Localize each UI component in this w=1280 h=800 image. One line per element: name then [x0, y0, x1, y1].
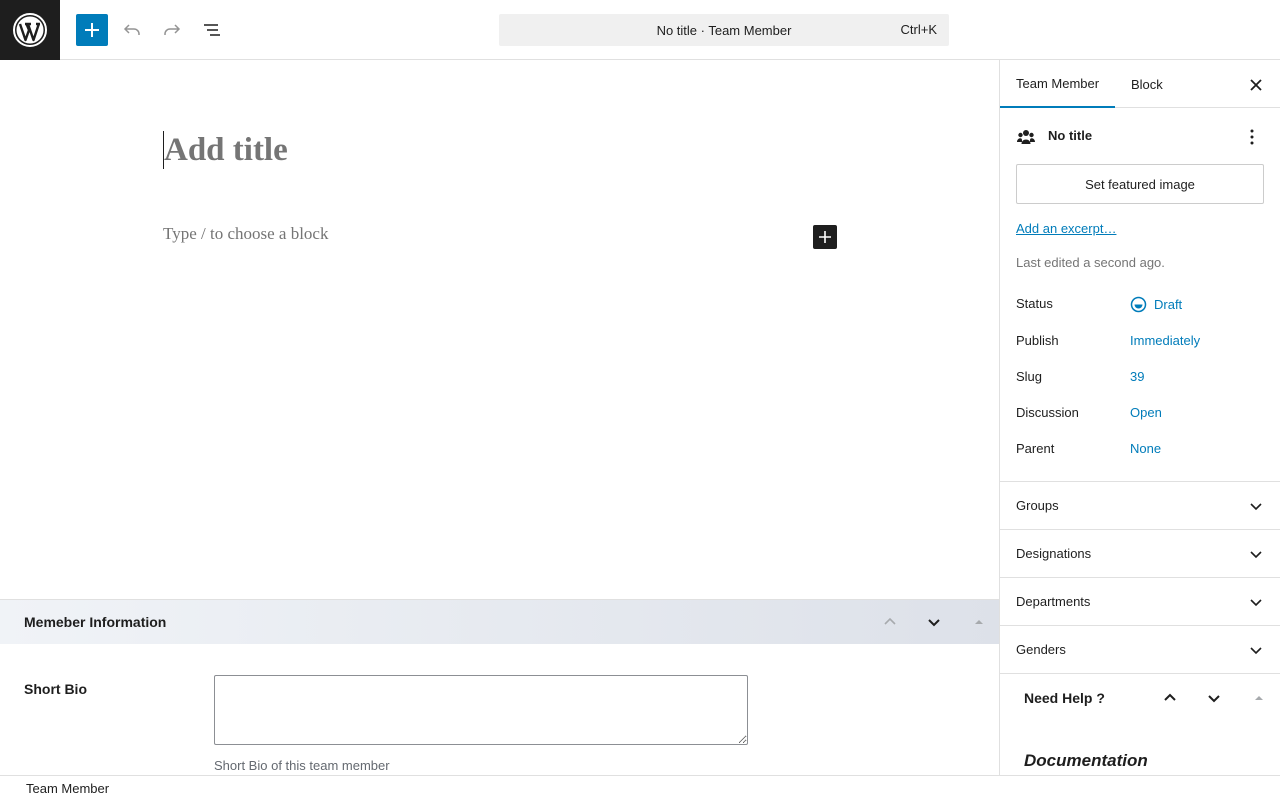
chevron-down-icon	[1208, 695, 1220, 703]
default-block-appender[interactable]: Type / to choose a block	[163, 224, 328, 244]
slug-label: Slug	[1016, 369, 1043, 384]
panel-departments[interactable]: Departments	[1000, 577, 1280, 625]
chevron-down-icon	[1250, 599, 1262, 607]
help-move-up-button[interactable]	[1158, 686, 1182, 710]
tab-team-member[interactable]: Team Member	[1000, 61, 1116, 108]
triangle-up-icon	[975, 620, 983, 624]
editor-footer-breadcrumb: Team Member	[0, 775, 1280, 800]
short-bio-label: Short Bio	[24, 681, 87, 697]
document-title: No title · Team Member	[656, 22, 792, 38]
post-title-summary: No title	[1048, 128, 1093, 143]
discussion-label: Discussion	[1016, 405, 1079, 420]
need-help-metabox: Need Help ? Documentation	[1000, 673, 1280, 775]
document-overview-icon	[204, 24, 220, 36]
wordpress-logo-icon[interactable]	[0, 0, 60, 60]
post-actions-button[interactable]	[1240, 125, 1264, 149]
discussion-row: Discussion Open	[1016, 405, 1264, 425]
status-value-text: Draft	[1154, 297, 1183, 312]
metabox-toggle-button[interactable]	[967, 610, 991, 634]
panel-title: Departments	[1016, 594, 1091, 609]
chevron-down-icon	[1250, 551, 1262, 559]
close-icon	[1250, 79, 1262, 91]
metabox-move-up-button[interactable]	[878, 610, 902, 634]
slug-value[interactable]: 39	[1130, 369, 1144, 384]
metabox-header[interactable]: Memeber Information	[0, 599, 999, 644]
plus-icon	[819, 231, 831, 243]
parent-label: Parent	[1016, 441, 1055, 456]
block-inserter-toggle-button[interactable]	[76, 14, 108, 46]
chevron-up-icon	[1164, 693, 1176, 701]
draft-status-icon	[1130, 296, 1147, 313]
panel-genders[interactable]: Genders	[1000, 625, 1280, 673]
slug-row: Slug 39	[1016, 369, 1264, 389]
metabox-move-down-button[interactable]	[922, 610, 946, 634]
settings-sidebar: Team Member Block No title Set featured …	[1000, 61, 1280, 775]
panel-title: Genders	[1016, 642, 1066, 657]
command-shortcut: Ctrl+K	[900, 22, 937, 37]
chevron-up-icon	[884, 617, 896, 625]
short-bio-textarea[interactable]	[214, 675, 748, 745]
editor-canvas: Add title Type / to choose a block	[0, 61, 999, 599]
plus-icon	[85, 23, 99, 37]
document-overview-button[interactable]	[196, 14, 228, 46]
last-edited-text: Last edited a second ago.	[1016, 255, 1165, 270]
panel-title: Designations	[1016, 546, 1092, 561]
undo-icon	[123, 24, 140, 35]
breadcrumb-item[interactable]: Team Member	[26, 781, 109, 796]
chevron-down-icon	[1250, 647, 1262, 655]
need-help-title: Need Help ?	[1024, 690, 1105, 706]
metabox-title: Memeber Information	[24, 614, 167, 630]
triangle-up-icon	[1255, 696, 1263, 700]
command-palette-button[interactable]: No title · Team Member Ctrl+K	[499, 14, 949, 46]
inline-block-inserter-button[interactable]	[813, 225, 837, 249]
metabox-body: Short Bio Short Bio of this team member	[0, 644, 999, 776]
sidebar-tabs: Team Member Block	[1000, 61, 1280, 108]
post-summary-header: No title	[1016, 125, 1264, 149]
help-toggle-button[interactable]	[1247, 686, 1271, 710]
redo-button[interactable]	[156, 14, 188, 46]
discussion-value[interactable]: Open	[1130, 405, 1162, 420]
tab-block[interactable]: Block	[1115, 61, 1179, 108]
redo-icon	[164, 24, 181, 35]
help-move-down-button[interactable]	[1202, 686, 1226, 710]
short-bio-help-text: Short Bio of this team member	[214, 758, 390, 773]
editor-top-bar: No title · Team Member Ctrl+K	[0, 0, 1280, 60]
chevron-down-icon	[928, 619, 940, 627]
add-excerpt-link[interactable]: Add an excerpt…	[1016, 221, 1116, 236]
parent-row: Parent None	[1016, 441, 1264, 461]
panel-title: Groups	[1016, 498, 1059, 513]
chevron-down-icon	[1250, 503, 1262, 511]
publish-row: Publish Immediately	[1016, 333, 1264, 353]
publish-label: Publish	[1016, 333, 1059, 348]
post-title-input[interactable]: Add title	[163, 131, 288, 169]
status-value[interactable]: Draft	[1130, 296, 1182, 313]
team-icon	[1017, 130, 1035, 144]
parent-value[interactable]: None	[1130, 441, 1161, 456]
status-label: Status	[1016, 296, 1053, 311]
more-vertical-icon	[1250, 129, 1254, 145]
close-sidebar-button[interactable]	[1244, 73, 1268, 97]
undo-button[interactable]	[116, 14, 148, 46]
publish-value[interactable]: Immediately	[1130, 333, 1200, 348]
documentation-heading: Documentation	[1024, 751, 1148, 770]
set-featured-image-button[interactable]: Set featured image	[1016, 164, 1264, 204]
status-row: Status Draft	[1016, 296, 1264, 316]
panel-groups[interactable]: Groups	[1000, 481, 1280, 529]
panel-designations[interactable]: Designations	[1000, 529, 1280, 577]
